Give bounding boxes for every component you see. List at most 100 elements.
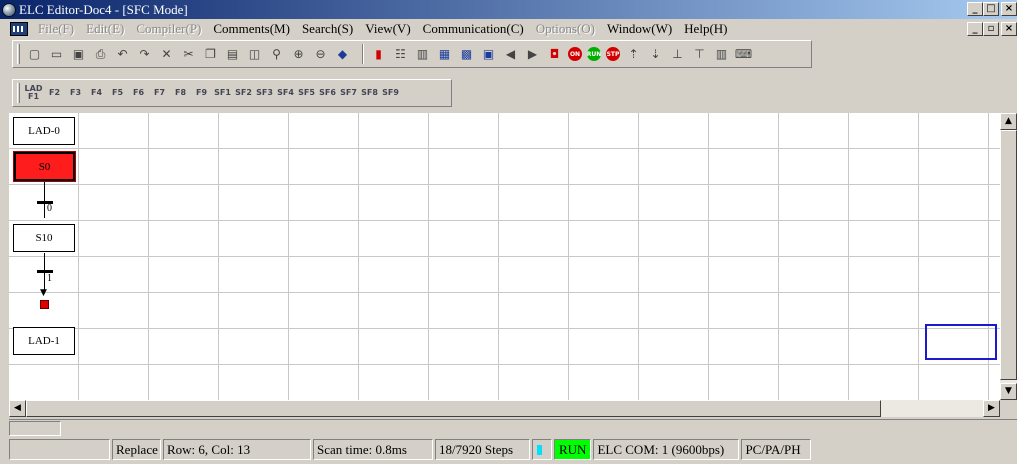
menu-compiler[interactable]: Compiler(P) (130, 21, 207, 37)
code-icon[interactable]: ⊤ (691, 46, 708, 63)
ladder-block-lad-0[interactable]: LAD-0 (13, 117, 75, 145)
document-icon[interactable] (10, 22, 28, 36)
sf5-tool[interactable]: SF5 (298, 85, 315, 102)
menu-file[interactable]: File(F) (32, 21, 80, 37)
status-steps: 18/7920 Steps (435, 439, 530, 460)
initial-step-s0[interactable]: S0 (13, 151, 76, 182)
end-marker-icon[interactable]: ▮ (370, 46, 387, 63)
mdi-minimize-button[interactable]: _ (967, 22, 983, 36)
maximize-button[interactable]: □ (983, 2, 999, 16)
scroll-right-icon[interactable]: ▶ (983, 400, 1000, 417)
mdi-restore-button[interactable]: ▫ (983, 22, 999, 36)
download-icon[interactable]: ⇣ (647, 46, 664, 63)
minimize-button[interactable]: _ (967, 2, 983, 16)
upload-icon[interactable]: ⇡ (625, 46, 642, 63)
sf7-tool[interactable]: SF7 (340, 85, 357, 102)
cell-cursor[interactable] (925, 324, 997, 360)
f3-tool[interactable]: F3 (68, 85, 83, 102)
status-bar: Replace Row: 6, Col: 13 Scan time: 0.8ms… (9, 437, 1017, 462)
save-icon[interactable]: ▣ (70, 46, 87, 63)
sfc-editor-canvas[interactable]: LAD-0 S0 0 S10 1 ▼ LAD-1 (9, 113, 1000, 400)
sfc-link-line (44, 182, 45, 218)
toolbar-grip[interactable] (17, 83, 20, 103)
mdi-close-button[interactable]: × (1001, 22, 1017, 36)
status-run: RUN (554, 439, 592, 460)
app-icon[interactable] (2, 2, 16, 17)
run-icon[interactable]: RUN (587, 47, 601, 61)
sf2-tool[interactable]: SF2 (235, 85, 252, 102)
zoom-out-icon[interactable]: ⊖ (312, 46, 329, 63)
ladder-view-icon[interactable]: ☷ (392, 46, 409, 63)
sfc-toolbar: LAD F1 F2 F3 F4 F5 F6 F7 F8 F9 SF1 SF2 S… (12, 79, 452, 107)
close-button[interactable]: × (1001, 2, 1017, 16)
scrollbar-corner (1000, 400, 1017, 417)
sf3-tool[interactable]: SF3 (256, 85, 273, 102)
transition-label-0: 0 (47, 203, 52, 214)
paste-special-icon[interactable]: ◫ (246, 46, 263, 63)
online-icon[interactable]: ON (568, 47, 582, 61)
monitor-icon[interactable]: ▩ (458, 46, 475, 63)
menu-options[interactable]: Options(O) (530, 21, 601, 37)
instruction-view-icon[interactable]: ▥ (414, 46, 431, 63)
toolbar-separator (362, 44, 364, 64)
print-icon[interactable]: ⎙ (92, 46, 109, 63)
scroll-left-icon[interactable]: ◀ (9, 400, 26, 417)
keyboard-icon[interactable]: ⌨ (735, 46, 752, 63)
cut-icon[interactable]: ✂ (180, 46, 197, 63)
ladder-block-lad-1[interactable]: LAD-1 (13, 327, 75, 355)
write-plc-icon[interactable]: ▶ (524, 46, 541, 63)
sf6-tool[interactable]: SF6 (319, 85, 336, 102)
sf1-tool[interactable]: SF1 (214, 85, 231, 102)
sf4-tool[interactable]: SF4 (277, 85, 294, 102)
read-plc-icon[interactable]: ◀ (502, 46, 519, 63)
f4-tool[interactable]: F4 (89, 85, 104, 102)
vertical-scrollbar[interactable]: ▲ ▼ (1000, 113, 1017, 400)
table-icon[interactable]: ▣ (480, 46, 497, 63)
toolbar-grip[interactable] (17, 44, 20, 64)
vertical-scroll-thumb[interactable] (1000, 130, 1017, 380)
transition-label-1: 1 (47, 273, 52, 284)
lad-f1-tool[interactable]: LAD F1 (25, 85, 43, 102)
find-icon[interactable]: ⚲ (268, 46, 285, 63)
open-folder-icon[interactable]: ▭ (48, 46, 65, 63)
device-list-icon[interactable]: ▦ (436, 46, 453, 63)
sf9-tool[interactable]: SF9 (382, 85, 399, 102)
paste-icon[interactable]: ▤ (224, 46, 241, 63)
menu-help[interactable]: Help(H) (678, 21, 733, 37)
scroll-down-icon[interactable]: ▼ (1000, 383, 1017, 400)
step-s10[interactable]: S10 (13, 224, 75, 252)
f2-tool[interactable]: F2 (47, 85, 62, 102)
f5-tool[interactable]: F5 (110, 85, 125, 102)
menu-communication[interactable]: Communication(C) (417, 21, 530, 37)
menu-view[interactable]: View(V) (359, 21, 416, 37)
f8-tool[interactable]: F8 (173, 85, 188, 102)
sf8-tool[interactable]: SF8 (361, 85, 378, 102)
menu-edit[interactable]: Edit(E) (80, 21, 130, 37)
menu-window[interactable]: Window(W) (601, 21, 678, 37)
zoom-in-icon[interactable]: ⊕ (290, 46, 307, 63)
new-file-icon[interactable]: ▢ (26, 46, 43, 63)
menu-comments[interactable]: Comments(M) (207, 21, 296, 37)
delete-icon[interactable]: ✕ (158, 46, 175, 63)
stop-icon[interactable]: STP (606, 47, 620, 61)
editor-grid (9, 113, 1000, 400)
f6-tool[interactable]: F6 (131, 85, 146, 102)
contact-icon[interactable]: ⊥ (669, 46, 686, 63)
horizontal-scrollbar[interactable]: ◀ ▶ (9, 400, 1000, 417)
horizontal-scroll-thumb[interactable] (26, 400, 881, 417)
jump-arrow-icon: ▼ (40, 288, 47, 298)
menu-search[interactable]: Search(S) (296, 21, 359, 37)
f7-tool[interactable]: F7 (152, 85, 167, 102)
undo-icon[interactable]: ↶ (114, 46, 131, 63)
help-book-icon[interactable]: ◆ (334, 46, 351, 63)
f9-tool[interactable]: F9 (194, 85, 209, 102)
plc-chip-icon[interactable]: ◘ (546, 46, 563, 63)
scroll-up-icon[interactable]: ▲ (1000, 113, 1017, 130)
redo-icon[interactable]: ↷ (136, 46, 153, 63)
binary-icon[interactable]: ▥ (713, 46, 730, 63)
connection-led-icon (537, 444, 542, 455)
info-cell (9, 421, 61, 436)
jump-marker[interactable] (40, 300, 49, 309)
status-position: Row: 6, Col: 13 (163, 439, 311, 460)
copy-icon[interactable]: ❐ (202, 46, 219, 63)
